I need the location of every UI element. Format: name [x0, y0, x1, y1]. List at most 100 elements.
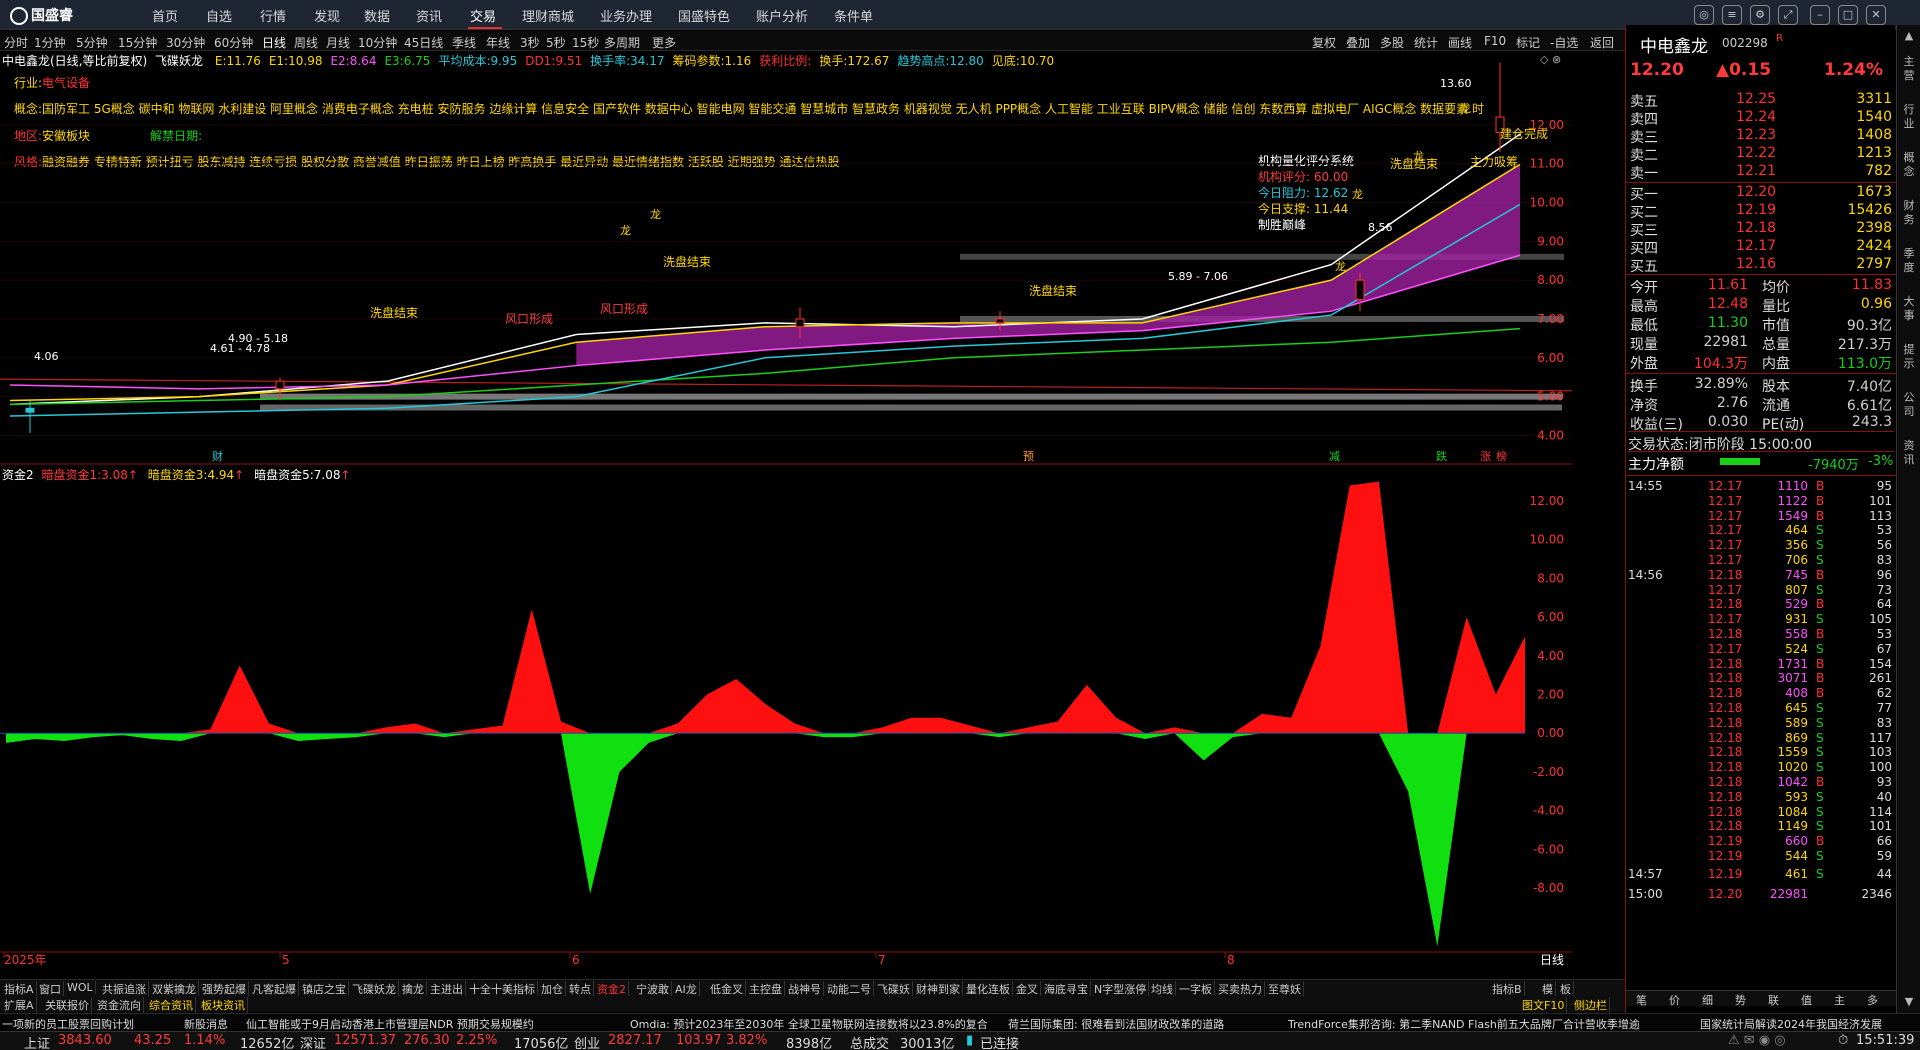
- tool-stats[interactable]: 统计: [1414, 34, 1438, 51]
- tool-multi[interactable]: 多股: [1380, 34, 1404, 51]
- period-tab[interactable]: 分时: [4, 34, 28, 51]
- nav-trade[interactable]: 交易: [470, 6, 496, 25]
- period-tab-more[interactable]: 更多: [652, 34, 676, 51]
- bid-row[interactable]: 买二 12.19 15426: [1626, 202, 1896, 221]
- vertical-tab-char[interactable]: 示: [1901, 357, 1917, 370]
- side-tab[interactable]: 势: [1735, 992, 1746, 1008]
- info-tab[interactable]: 扩展A: [2, 997, 37, 1013]
- event-marker[interactable]: 涨: [1480, 448, 1491, 464]
- sub-indicator-name[interactable]: 资金2: [2, 468, 34, 482]
- vertical-tab-char[interactable]: 务: [1901, 213, 1917, 226]
- indicator-tab[interactable]: 指标A: [2, 981, 37, 997]
- indicator-tab[interactable]: 海底寻宝: [1042, 981, 1091, 997]
- nav-market[interactable]: 行情: [260, 6, 286, 25]
- indicator-tab-b[interactable]: 指标B: [1490, 981, 1525, 997]
- nav-features[interactable]: 国盛特色: [678, 6, 730, 25]
- tool-add-watch[interactable]: -自选: [1550, 34, 1578, 51]
- side-tab[interactable]: 主: [1834, 992, 1845, 1008]
- indicator-tab[interactable]: AI龙: [673, 981, 700, 997]
- ask-row[interactable]: 卖二 12.22 1213: [1626, 145, 1896, 164]
- indicator-tab[interactable]: 财神到家: [914, 981, 963, 997]
- indicator-tab[interactable]: 双紫擒龙: [150, 981, 199, 997]
- template-tab[interactable]: 板: [1558, 981, 1574, 997]
- indicator-tab[interactable]: 资金2: [595, 981, 629, 997]
- period-tab[interactable]: 月线: [326, 34, 350, 51]
- indicator-tab[interactable]: 凡客起爆: [250, 981, 299, 997]
- news-item[interactable]: 荷兰国际集团: 很难看到法国财政改革的道路: [1008, 1016, 1224, 1032]
- vertical-tab-char[interactable]: 营: [1901, 69, 1917, 82]
- indicator-tab[interactable]: 共振追涨: [100, 981, 149, 997]
- indicator-tab[interactable]: 战神号: [786, 981, 824, 997]
- indicator-tab[interactable]: WOL: [65, 981, 96, 994]
- period-tab[interactable]: 5秒: [546, 34, 566, 51]
- vertical-tab-char[interactable]: 公: [1901, 391, 1917, 404]
- period-tab[interactable]: 3秒: [520, 34, 540, 51]
- template-tab[interactable]: 模: [1540, 981, 1556, 997]
- news-item[interactable]: 仙工智能或于9月启动香港上市管理层NDR 预期交易规模约: [246, 1016, 534, 1032]
- indicator-tab[interactable]: 买卖热力: [1216, 981, 1265, 997]
- bid-row[interactable]: 买四 12.17 2424: [1626, 238, 1896, 257]
- nav-discover[interactable]: 发现: [314, 6, 340, 25]
- f10-tab[interactable]: 图文F10: [1520, 997, 1568, 1013]
- indicator-tab[interactable]: 均线: [1149, 981, 1176, 997]
- indicator-tab[interactable]: 十全十美指标: [467, 981, 538, 997]
- nav-account-analysis[interactable]: 账户分析: [756, 6, 808, 25]
- indicator-tab[interactable]: 镇店之宝: [300, 981, 349, 997]
- scroll-down-icon[interactable]: ▼: [1901, 995, 1917, 1008]
- event-marker[interactable]: 减: [1329, 448, 1340, 464]
- indicator-tab[interactable]: 动能二号: [825, 981, 874, 997]
- side-tab[interactable]: 多: [1867, 992, 1878, 1008]
- period-tab[interactable]: 15秒: [572, 34, 599, 51]
- indicator-tab[interactable]: 主控盘: [747, 981, 785, 997]
- info-tab[interactable]: 板块资讯: [199, 997, 248, 1013]
- period-tab[interactable]: 季线: [452, 34, 476, 51]
- bid-row[interactable]: 买五 12.16 2797: [1626, 256, 1896, 275]
- ask-row[interactable]: 卖四 12.24 1540: [1626, 109, 1896, 128]
- vertical-tab-char[interactable]: 主: [1901, 55, 1917, 68]
- indicator-tab[interactable]: 金叉: [1014, 981, 1041, 997]
- tool-overlay[interactable]: 叠加: [1346, 34, 1370, 51]
- tool-adjust[interactable]: 复权: [1312, 34, 1336, 51]
- nav-data[interactable]: 数据: [364, 6, 390, 25]
- status-tools-icon[interactable]: ⚠ ✉ ◉ ◎: [1728, 1033, 1786, 1048]
- nav-home[interactable]: 首页: [152, 6, 178, 25]
- scroll-up-icon[interactable]: ▲: [1901, 29, 1917, 42]
- indicator-tab[interactable]: 窗口: [37, 981, 64, 997]
- info-tab[interactable]: 综合资讯: [147, 997, 196, 1013]
- period-tab[interactable]: 5分钟: [76, 34, 108, 51]
- indicator-tab[interactable]: 飞碟妖龙: [350, 981, 399, 997]
- info-tab[interactable]: 资金流向: [95, 997, 144, 1013]
- ask-row[interactable]: 卖五 12.25 3311: [1626, 91, 1896, 110]
- vertical-tab-char[interactable]: 行: [1901, 103, 1917, 116]
- bid-row[interactable]: 买一 12.20 1673: [1626, 184, 1896, 203]
- news-item[interactable]: Omdia: 预计2023年至2030年 全球卫星物联网连接数将以23.8%的复…: [630, 1016, 988, 1032]
- nav-watchlist[interactable]: 自选: [206, 6, 232, 25]
- indicator-tab[interactable]: 飞碟妖: [875, 981, 913, 997]
- vertical-tab-char[interactable]: 季: [1901, 247, 1917, 260]
- indicator-tab[interactable]: 强势起爆: [200, 981, 249, 997]
- minimize-icon[interactable]: –: [1810, 5, 1830, 25]
- tool-f10[interactable]: F10: [1484, 34, 1506, 48]
- tool-draw[interactable]: 画线: [1448, 34, 1472, 51]
- info-tab[interactable]: 关联报价: [43, 997, 92, 1013]
- indicator-tab[interactable]: 至尊妖: [1266, 981, 1304, 997]
- nav-condition-order[interactable]: 条件单: [834, 6, 873, 25]
- indicator-tab[interactable]: N字型涨停: [1092, 981, 1150, 997]
- vertical-tab-char[interactable]: 度: [1901, 261, 1917, 274]
- menu-icon[interactable]: ≡: [1722, 5, 1742, 25]
- event-marker[interactable]: 预: [1023, 448, 1034, 464]
- news-item[interactable]: 国家统计局解读2024年我国经济发展: [1700, 1016, 1882, 1032]
- nav-news[interactable]: 资讯: [416, 6, 442, 25]
- maximize-icon[interactable]: □: [1838, 5, 1858, 25]
- side-tab[interactable]: 值: [1801, 992, 1812, 1008]
- vertical-tab-char[interactable]: 业: [1901, 117, 1917, 130]
- indicator-tab[interactable]: 擒龙: [400, 981, 427, 997]
- indicator-tab[interactable]: 加仓: [539, 981, 566, 997]
- side-tab[interactable]: 联: [1768, 992, 1779, 1008]
- tool-mark[interactable]: 标记: [1516, 34, 1540, 51]
- event-marker[interactable]: 跌: [1436, 448, 1447, 464]
- vertical-tab-char[interactable]: 财: [1901, 199, 1917, 212]
- nav-wealth-mall[interactable]: 理财商城: [522, 6, 574, 25]
- vertical-tab-char[interactable]: 提: [1901, 343, 1917, 356]
- side-tab[interactable]: 笔: [1636, 992, 1647, 1008]
